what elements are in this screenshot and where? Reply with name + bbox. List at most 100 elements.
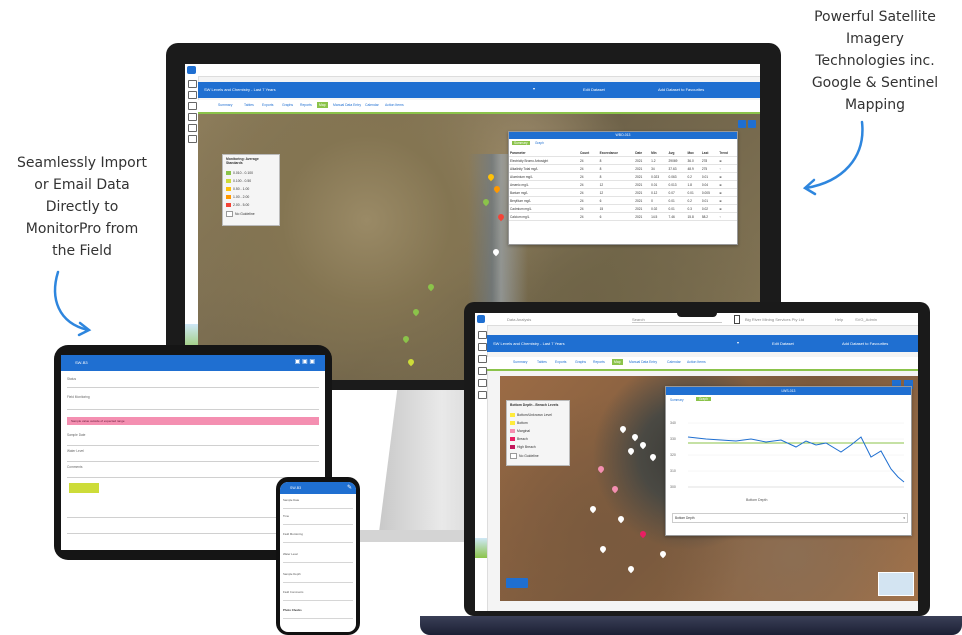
company-select[interactable]: Big River Mining Services Pty Ltd [745,317,825,322]
chevron-down-icon[interactable]: ▾ [737,340,739,345]
table-cell: 24 [578,180,599,189]
tab-manual-entry[interactable]: Manual Data Entry [331,102,363,108]
form-row[interactable]: Field Monitoring [283,532,353,543]
reports-icon[interactable] [478,379,487,387]
form-row[interactable]: Field Comments [283,590,353,601]
parameter-select[interactable]: Bottom Depth ▾ [672,513,908,523]
satellite-map[interactable]: Bottom Depth - Breach Levels Bottom/Unkn… [500,376,918,601]
legend-swatch [226,171,231,176]
form-row[interactable]: Photo Checks [283,608,353,619]
legend-item-label: 0.50 - 1.00 [233,187,250,191]
settings-icon[interactable] [478,391,487,399]
table-row[interactable]: Barium mg/L 24 12 2021 0.12 0.07 0.01 0.005 ⊕ [509,188,737,197]
table-row[interactable]: Arsenic mg/L 24 12 2021 0.01 0.013 1.8 0.04 ⊕ [509,180,737,189]
tab-summary[interactable]: Summary [216,102,235,108]
map-pin[interactable] [630,432,640,442]
user-menu[interactable]: SVG_Admin [855,317,877,322]
minimap[interactable] [878,572,914,596]
table-row[interactable]: Alkalinity Total mg/L 24 8 2021 34 37.63 48.9 2… [509,164,737,173]
sites-icon[interactable] [188,102,197,110]
map-layers-button[interactable] [748,120,756,128]
form-row[interactable]: Sample Date [67,433,319,446]
map-pin[interactable] [618,424,628,434]
table-cell: 58.2 [700,212,719,221]
sites-icon[interactable] [478,355,487,363]
map-pin[interactable] [588,504,598,514]
table-cell: 0.013 [667,180,687,189]
table-row[interactable]: Aluminium mg/L 24 8 2021 0.023 0.063 0.2 0.01 ⊕ [509,172,737,181]
tab-map[interactable]: Map [317,102,328,108]
map-pin[interactable] [648,452,658,462]
tab-summary[interactable]: Summary [511,359,530,365]
tab-action-items[interactable]: Action Items [685,359,708,365]
add-favourite-button[interactable]: Add Dataset to Favourites [842,341,888,346]
form-row[interactable]: Sample Depth [283,572,353,583]
map-zoom-controls[interactable] [506,578,528,588]
table-cell: 1.8 [686,180,701,189]
reports-icon[interactable] [188,124,197,132]
tab-reports[interactable]: Reports [298,102,314,108]
panel-tab-graph[interactable]: Graph [696,397,711,401]
tab-map[interactable]: Map [612,359,623,365]
tab-graphs[interactable]: Graphs [280,102,295,108]
edit-dataset-button[interactable]: Edit Dataset [772,341,794,346]
tab-action-items[interactable]: Action Items [383,102,406,108]
tab-exports[interactable]: Exports [553,359,569,365]
map-pin[interactable] [626,564,636,574]
form-row[interactable]: Time [283,514,353,525]
table-cell: 0.063 [667,172,687,181]
photo-thumbnails[interactable] [69,483,99,493]
map-pin[interactable] [610,484,620,494]
dashboard-icon[interactable] [478,331,487,339]
data-icon[interactable] [478,367,487,375]
panel-tab-summary[interactable]: Summary [512,141,530,145]
tab-calendar[interactable]: Calendar [665,359,683,365]
table-row[interactable]: Beryllium mg/L 24 6 2021 0 0.01 0.2 0.01 ⊕ [509,196,737,205]
legend-swatch [226,211,233,217]
add-favourite-button[interactable]: Add Dataset to Favourites [658,87,704,92]
panel-tab-summary[interactable]: Summary [670,398,684,402]
form-row[interactable]: Comments [67,465,319,478]
tab-manual-entry[interactable]: Manual Data Entry [627,359,659,365]
tablet-header-actions[interactable]: ▣ ▣ ▣ [295,358,315,365]
tab-tables[interactable]: Tables [242,102,256,108]
map-pin[interactable] [598,544,608,554]
panel-tab-graph[interactable]: Graph [535,141,544,145]
map-pin[interactable] [406,357,416,367]
form-row[interactable]: Water Level [283,552,353,563]
form-row[interactable]: Sample Date [283,498,353,509]
settings-icon[interactable] [188,135,197,143]
map-fullscreen-button[interactable] [738,120,746,128]
map-pin[interactable] [411,307,421,317]
favourites-icon[interactable] [478,343,487,351]
tab-exports[interactable]: Exports [260,102,276,108]
dashboard-icon[interactable] [188,80,197,88]
chevron-down-icon[interactable]: ▾ [533,86,535,91]
form-row[interactable]: Water Level [67,449,319,462]
map-pin[interactable] [638,529,648,539]
map-pin[interactable] [638,440,648,450]
map-pin[interactable] [626,446,636,456]
edit-dataset-button[interactable]: Edit Dataset [583,87,605,92]
help-menu[interactable]: Help [835,317,843,322]
map-pin[interactable] [401,334,411,344]
map-pin[interactable] [426,282,436,292]
tab-calendar[interactable]: Calendar [363,102,381,108]
edit-icon[interactable]: ✎ [347,484,352,491]
table-cell: 0.01 [686,188,701,197]
map-pin[interactable] [596,464,606,474]
device-icon[interactable] [734,315,740,324]
form-row[interactable]: Status [67,377,319,388]
map-pin[interactable] [658,549,668,559]
search-input[interactable]: Search [632,317,722,323]
data-icon[interactable] [188,113,197,121]
table-row[interactable]: Cadmium mg/L 24 15 2021 0.02 0.01 0.3 0.02 ⊕ [509,204,737,213]
tab-reports[interactable]: Reports [591,359,607,365]
tab-tables[interactable]: Tables [535,359,549,365]
tab-graphs[interactable]: Graphs [573,359,588,365]
table-row[interactable]: Calcium mg/L 24 6 2021 14.5 7.46 15.8 58.2 ↑ [509,212,737,221]
map-pin[interactable] [616,514,626,524]
form-row[interactable]: Field Monitoring [67,395,319,410]
table-row[interactable]: Electricity Bromo Arbosight 24 8 2021 1.2 290… [509,156,737,165]
favourites-icon[interactable] [188,91,197,99]
